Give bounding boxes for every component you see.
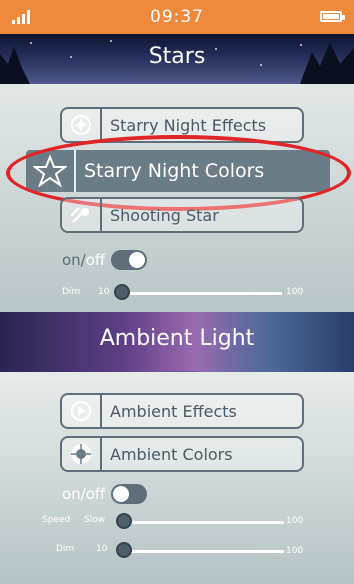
compass-star-icon xyxy=(62,109,102,141)
shooting-star-icon xyxy=(62,199,102,231)
ambient-speed-min: Slow xyxy=(84,515,106,525)
ambient-colors-button[interactable]: Ambient Colors xyxy=(60,436,304,472)
ambient-effects-button[interactable]: Ambient Effects xyxy=(60,393,304,429)
ambient-dim-caption: Dim xyxy=(56,544,75,554)
stars-title: Stars xyxy=(148,44,206,69)
status-bar: 09:37 xyxy=(0,0,354,34)
stars-toggle-label: on/off xyxy=(62,251,106,269)
stars-toggle[interactable] xyxy=(111,250,148,270)
starry-night-effects-label: Starry Night Effects xyxy=(110,115,267,135)
ambient-dim-max: 100 xyxy=(286,546,304,556)
color-wheel-icon xyxy=(62,438,102,470)
ambient-title: Ambient Light xyxy=(99,326,255,351)
stars-dim-caption: Dim xyxy=(62,287,81,297)
ambient-toggle-label: on/off xyxy=(62,485,106,503)
ambient-speed-track[interactable] xyxy=(122,521,284,524)
shooting-star-button[interactable]: Shooting Star xyxy=(60,197,304,233)
stars-dim-track[interactable] xyxy=(120,292,282,295)
ambient-dim-thumb[interactable] xyxy=(116,542,132,558)
shooting-star-label: Shooting Star xyxy=(110,205,219,225)
ambient-toggle[interactable] xyxy=(111,484,148,504)
ambient-dim-min: 10 xyxy=(96,544,108,554)
ambient-header: Ambient Light xyxy=(0,312,354,372)
ambient-toggle-row: on/off xyxy=(62,484,148,504)
stars-dim-min: 10 xyxy=(98,287,110,297)
signal-bars-icon xyxy=(12,10,30,24)
stars-dim-max: 100 xyxy=(286,287,304,297)
stars-toggle-row: on/off xyxy=(62,250,148,270)
status-time: 09:37 xyxy=(150,7,204,27)
ambient-speed-caption: Speed xyxy=(42,515,71,525)
play-circle-icon xyxy=(62,395,102,427)
ambient-effects-label: Ambient Effects xyxy=(110,401,237,421)
stars-dim-thumb[interactable] xyxy=(114,284,130,300)
ambient-dim-track[interactable] xyxy=(122,550,284,553)
stars-header: Stars xyxy=(0,34,354,84)
battery-icon xyxy=(320,11,345,22)
ambient-colors-label: Ambient Colors xyxy=(110,444,233,464)
ambient-speed-max: 100 xyxy=(286,516,304,526)
ambient-speed-thumb[interactable] xyxy=(116,513,132,529)
